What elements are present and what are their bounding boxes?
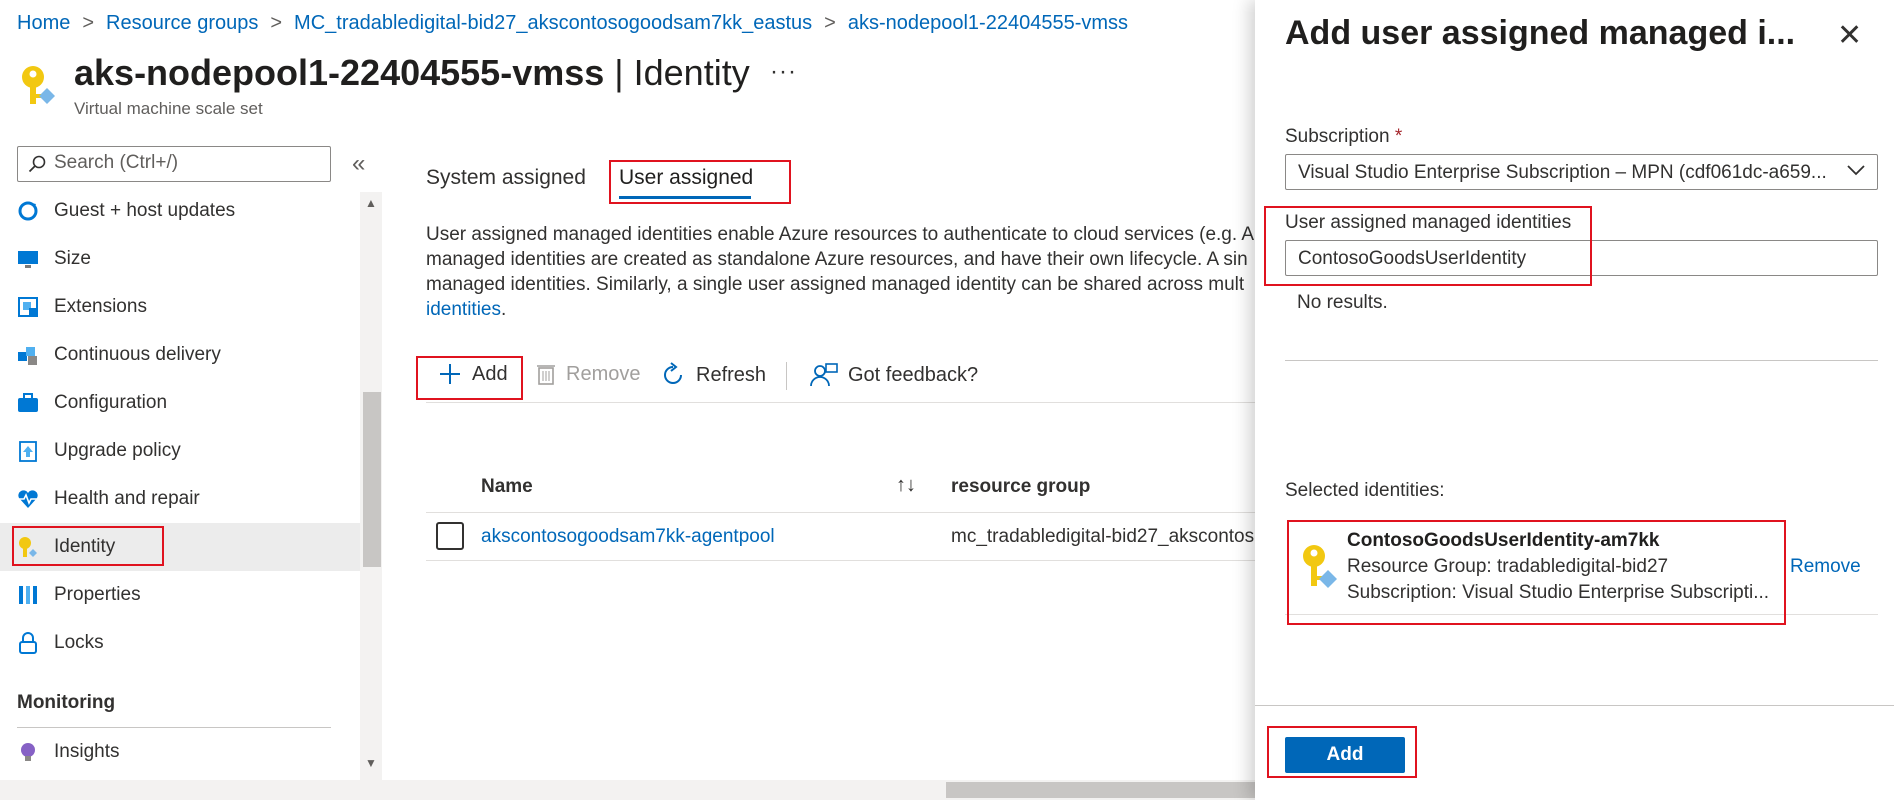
refresh-icon xyxy=(664,362,682,384)
sidebar-item-upgrade-policy[interactable]: Upgrade policy xyxy=(0,427,360,475)
breadcrumb-home[interactable]: Home xyxy=(17,12,70,34)
horizontal-scrollbar-thumb[interactable] xyxy=(946,782,1306,798)
sidebar-group-monitoring: Monitoring xyxy=(17,692,116,713)
sidebar-item-insights[interactable]: Insights xyxy=(0,728,360,776)
breadcrumb-separator: > xyxy=(824,12,836,34)
panel-title: Add user assigned managed i... xyxy=(1285,14,1796,52)
chevron-down-icon xyxy=(1847,165,1865,176)
sidebar-item-continuous-delivery[interactable]: Continuous delivery xyxy=(0,331,360,379)
subscription-select[interactable]: Visual Studio Enterprise Subscription – … xyxy=(1285,154,1878,190)
selected-identities-label: Selected identities: xyxy=(1285,480,1445,501)
highlight-panel-add xyxy=(1267,726,1417,778)
scroll-up-icon[interactable]: ▲ xyxy=(365,196,377,210)
description: User assigned managed identities enable … xyxy=(426,224,1255,320)
breadcrumb-resource-groups[interactable]: Resource groups xyxy=(106,12,258,34)
column-header-resource-group[interactable]: resource group xyxy=(951,476,1090,498)
monitor-icon xyxy=(18,251,38,268)
sort-icon[interactable]: ↑↓ xyxy=(896,474,916,497)
feedback-button[interactable]: Got feedback? xyxy=(810,362,978,388)
lock-icon xyxy=(19,632,37,654)
search-input[interactable]: Search (Ctrl+/) xyxy=(17,146,331,182)
upgrade-icon xyxy=(19,441,37,462)
briefcase-icon xyxy=(18,393,38,412)
breadcrumb-vmss[interactable]: aks-nodepool1-22404555-vmss xyxy=(848,12,1128,34)
column-header-name[interactable]: Name xyxy=(481,476,533,498)
highlight-add xyxy=(416,356,523,400)
key-icon xyxy=(17,64,59,113)
collapse-sidebar-icon[interactable]: « xyxy=(352,150,365,178)
add-identity-panel: Add user assigned managed i... ✕ Subscri… xyxy=(1255,0,1894,800)
scroll-down-icon[interactable]: ▼ xyxy=(365,756,377,770)
highlight-identity xyxy=(12,526,164,566)
sidebar-item-extensions[interactable]: Extensions xyxy=(0,283,360,331)
table-row-name[interactable]: akscontosogoodsam7kk-agentpool xyxy=(481,526,775,548)
highlight-selected-identity xyxy=(1287,520,1786,625)
toolbar-divider xyxy=(426,402,1256,403)
feedback-icon xyxy=(810,363,838,387)
identities-link[interactable]: identities xyxy=(426,299,501,320)
tab-system-assigned[interactable]: System assigned xyxy=(426,166,586,190)
more-options-icon[interactable]: ··· xyxy=(770,58,797,86)
heart-pulse-icon xyxy=(18,490,38,508)
sidebar-item-configuration[interactable]: Configuration xyxy=(0,379,360,427)
lightbulb-icon xyxy=(21,743,35,761)
search-icon xyxy=(28,155,46,173)
extension-icon xyxy=(18,297,38,317)
sidebar-scrollbar-thumb[interactable] xyxy=(363,392,381,567)
footer-divider xyxy=(1255,705,1894,706)
subscription-label: Subscription * xyxy=(1285,126,1403,147)
divider xyxy=(1285,360,1878,361)
sidebar-item-guest-host-updates[interactable]: Guest + host updates xyxy=(0,187,360,235)
remove-button[interactable]: Remove xyxy=(536,362,640,386)
page-title: aks-nodepool1-22404555-vmss | Identity xyxy=(74,52,750,93)
page-subtitle: Virtual machine scale set xyxy=(74,99,263,118)
sidebar-item-size[interactable]: Size xyxy=(0,235,360,283)
highlight-identities-field xyxy=(1264,206,1592,286)
sidebar-item-properties[interactable]: Properties xyxy=(0,571,360,619)
remove-selected-link[interactable]: Remove xyxy=(1790,556,1861,578)
breadcrumb-separator: > xyxy=(82,12,95,34)
breadcrumb-separator: > xyxy=(270,12,283,34)
breadcrumb-resource-group[interactable]: MC_tradabledigital-bid27_akscontosogoods… xyxy=(294,12,812,34)
trash-icon xyxy=(537,365,555,385)
highlight-user-assigned xyxy=(609,160,791,204)
sidebar-item-locks[interactable]: Locks xyxy=(0,619,360,667)
close-icon[interactable]: ✕ xyxy=(1837,18,1862,53)
cubes-icon xyxy=(18,347,37,365)
table-divider xyxy=(426,512,1256,513)
refresh-button[interactable]: Refresh xyxy=(660,362,766,388)
no-results-text: No results. xyxy=(1297,292,1388,313)
sidebar-item-health-and-repair[interactable]: Health and repair xyxy=(0,475,360,523)
refresh-gear-icon xyxy=(18,201,38,221)
breadcrumb: Home > Resource groups > MC_tradabledigital-… xyxy=(17,12,1128,35)
table-row-resource-group: mc_tradabledigital-bid27_akscontos xyxy=(951,526,1255,547)
toolbar-separator xyxy=(786,362,787,390)
table-divider xyxy=(426,560,1256,561)
row-checkbox[interactable] xyxy=(436,522,464,550)
properties-icon xyxy=(19,586,37,604)
